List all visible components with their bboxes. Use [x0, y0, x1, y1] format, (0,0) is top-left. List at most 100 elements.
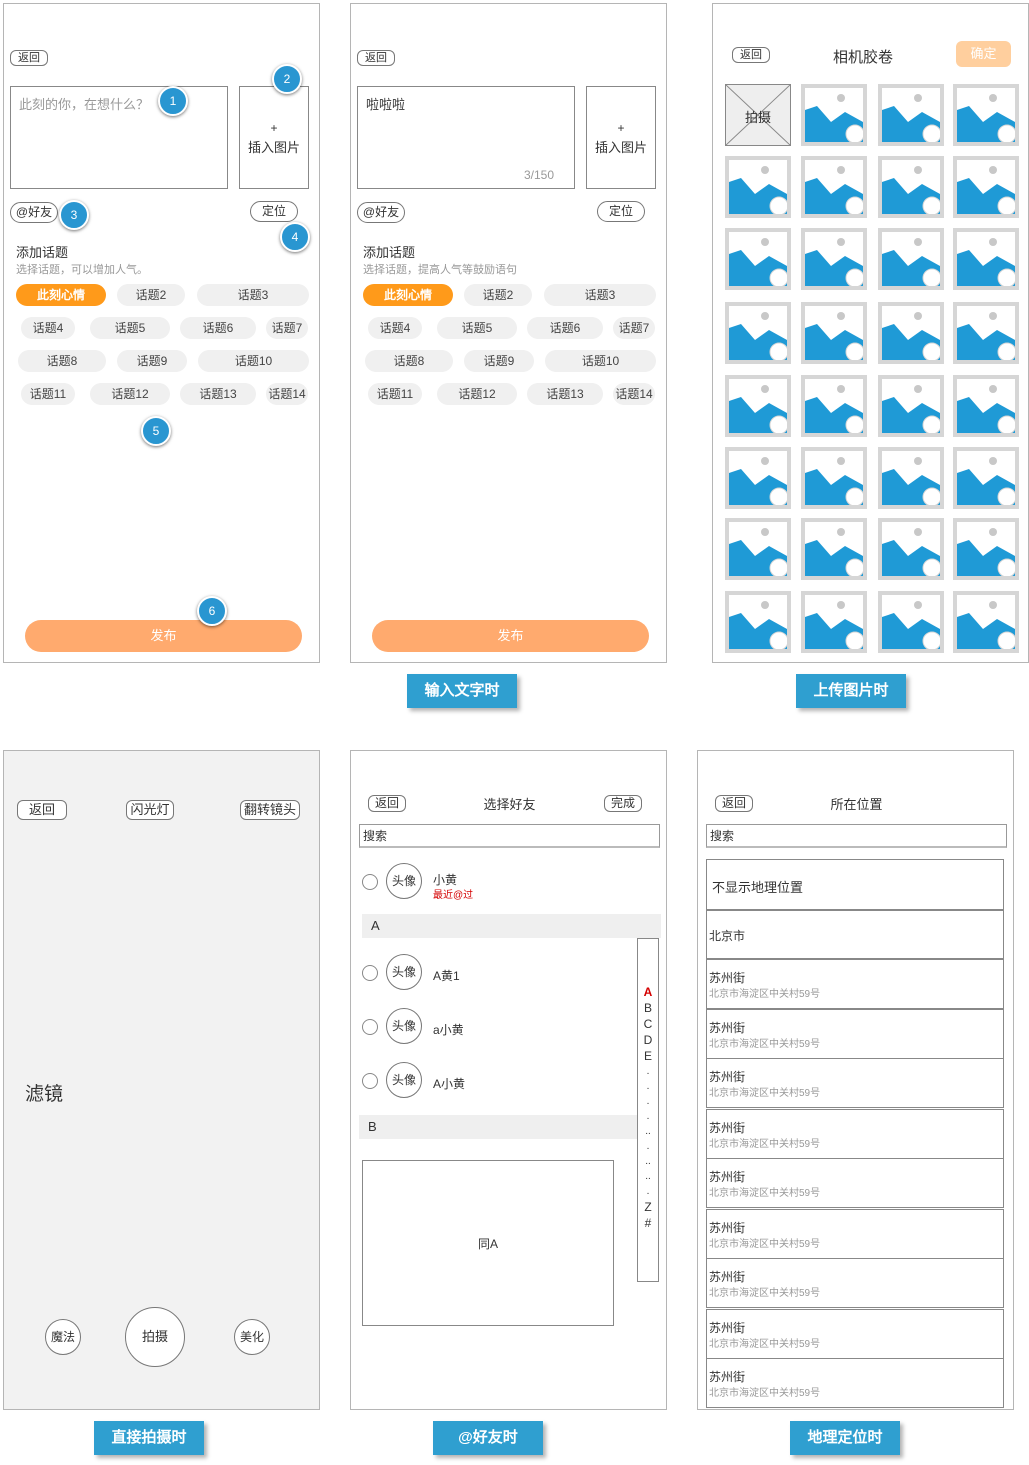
alphabet-index-letter[interactable]: D — [638, 1032, 658, 1048]
post-text-input[interactable]: 啦啦啦 3/150 — [357, 86, 575, 189]
alphabet-index-letter[interactable]: . — [638, 1139, 658, 1154]
alphabet-index-letter[interactable]: B — [638, 1000, 658, 1016]
insert-image-button[interactable]: + 插入图片 — [586, 86, 656, 189]
photo-thumbnail[interactable] — [878, 156, 944, 218]
photo-thumbnail[interactable] — [725, 518, 791, 580]
photo-thumbnail[interactable] — [801, 84, 867, 146]
locate-button[interactable]: 定位 — [250, 201, 298, 222]
topic-tag[interactable]: 话题3 — [544, 284, 656, 306]
alphabet-index[interactable]: A B C D E............ Z # — [637, 938, 659, 1282]
topic-tag[interactable]: 话题11 — [368, 383, 422, 405]
confirm-button[interactable]: 确定 — [956, 41, 1011, 67]
photo-thumbnail[interactable] — [725, 447, 791, 509]
photo-thumbnail[interactable] — [953, 375, 1019, 437]
place-option[interactable]: 苏州街 北京市海淀区中关村59号 — [706, 1209, 1004, 1259]
place-option[interactable]: 苏州街 北京市海淀区中关村59号 — [706, 1358, 1004, 1408]
topic-tag[interactable]: 此刻心情 — [16, 284, 106, 306]
alphabet-index-letter[interactable]: . — [638, 1094, 658, 1109]
alphabet-index-letter[interactable]: Z — [638, 1199, 658, 1215]
alphabet-index-letter[interactable]: .. — [638, 1169, 658, 1184]
photo-thumbnail[interactable] — [725, 228, 791, 290]
topic-tag[interactable]: 话题8 — [365, 350, 453, 372]
place-option[interactable]: 苏州街 北京市海淀区中关村59号 — [706, 1109, 1004, 1159]
topic-tag[interactable]: 话题10 — [198, 350, 309, 372]
photo-thumbnail[interactable] — [953, 84, 1019, 146]
photo-thumbnail[interactable] — [878, 228, 944, 290]
photo-thumbnail[interactable] — [725, 156, 791, 218]
at-friend-button[interactable]: @好友 — [10, 202, 58, 223]
alphabet-index-letter[interactable]: E — [638, 1048, 658, 1064]
photo-thumbnail[interactable] — [801, 375, 867, 437]
at-friend-button[interactable]: @好友 — [357, 202, 405, 223]
photo-thumbnail[interactable] — [878, 518, 944, 580]
topic-tag[interactable]: 话题6 — [527, 317, 603, 339]
city-option[interactable]: 北京市 — [706, 910, 1004, 959]
alphabet-index-letter[interactable]: . — [638, 1079, 658, 1094]
photo-thumbnail[interactable] — [878, 447, 944, 509]
search-input[interactable]: 搜索 — [706, 824, 1007, 848]
topic-tag[interactable]: 话题14 — [266, 383, 308, 405]
beautify-button[interactable]: 美化 — [234, 1319, 270, 1355]
flip-camera-button[interactable]: 翻转镜头 — [240, 800, 300, 820]
topic-tag[interactable]: 话题4 — [368, 317, 422, 339]
alphabet-index-letter[interactable]: . — [638, 1184, 658, 1199]
alphabet-index-letter[interactable]: A — [638, 984, 658, 1000]
topic-tag[interactable]: 话题9 — [464, 350, 534, 372]
photo-thumbnail[interactable] — [801, 302, 867, 364]
place-option[interactable]: 苏州街 北京市海淀区中关村59号 — [706, 1009, 1004, 1059]
back-button[interactable]: 返回 — [17, 800, 67, 820]
topic-tag[interactable]: 话题13 — [180, 383, 256, 405]
friend-radio[interactable] — [362, 1019, 378, 1035]
place-option[interactable]: 苏州街 北京市海淀区中关村59号 — [706, 1058, 1004, 1108]
photo-thumbnail[interactable] — [878, 591, 944, 653]
topic-tag[interactable]: 话题13 — [527, 383, 603, 405]
alphabet-index-letter[interactable]: . — [638, 1109, 658, 1124]
flash-button[interactable]: 闪光灯 — [126, 800, 174, 820]
alphabet-index-letter[interactable]: .. — [638, 1124, 658, 1139]
friend-radio[interactable] — [362, 1073, 378, 1089]
topic-tag[interactable]: 话题14 — [613, 383, 655, 405]
publish-button[interactable]: 发布 — [372, 620, 649, 652]
topic-tag[interactable]: 话题12 — [437, 383, 517, 405]
back-button[interactable]: 返回 — [357, 50, 395, 66]
photo-thumbnail[interactable] — [801, 228, 867, 290]
photo-thumbnail[interactable] — [725, 375, 791, 437]
photo-thumbnail[interactable] — [953, 228, 1019, 290]
photo-thumbnail[interactable] — [953, 447, 1019, 509]
locate-button[interactable]: 定位 — [597, 201, 645, 222]
hide-location-option[interactable]: 不显示地理位置 — [706, 859, 1004, 910]
magic-button[interactable]: 魔法 — [45, 1319, 81, 1355]
topic-tag[interactable]: 话题9 — [117, 350, 187, 372]
topic-tag[interactable]: 话题12 — [90, 383, 170, 405]
place-option[interactable]: 苏州街 北京市海淀区中关村59号 — [706, 959, 1004, 1009]
post-text-input[interactable]: 此刻的你，在想什么？ — [10, 86, 228, 189]
topic-tag[interactable]: 话题3 — [197, 284, 309, 306]
photo-thumbnail[interactable] — [725, 591, 791, 653]
photo-thumbnail[interactable] — [953, 518, 1019, 580]
topic-tag[interactable]: 话题2 — [117, 284, 185, 306]
photo-thumbnail[interactable] — [953, 302, 1019, 364]
alphabet-index-letter[interactable]: C — [638, 1016, 658, 1032]
photo-thumbnail[interactable] — [801, 156, 867, 218]
filter-label[interactable]: 滤镜 — [25, 1079, 63, 1106]
photo-thumbnail[interactable] — [878, 84, 944, 146]
topic-tag[interactable]: 话题8 — [18, 350, 106, 372]
shoot-tile[interactable]: 拍摄 — [725, 84, 791, 146]
insert-image-button[interactable]: + 插入图片 — [239, 86, 309, 189]
topic-tag[interactable]: 话题6 — [180, 317, 256, 339]
photo-thumbnail[interactable] — [801, 518, 867, 580]
photo-thumbnail[interactable] — [953, 591, 1019, 653]
topic-tag[interactable]: 话题7 — [266, 317, 308, 339]
topic-tag[interactable]: 话题7 — [613, 317, 655, 339]
topic-tag[interactable]: 此刻心情 — [363, 284, 453, 306]
topic-tag[interactable]: 话题2 — [464, 284, 532, 306]
friend-radio[interactable] — [362, 874, 378, 890]
shoot-button[interactable]: 拍摄 — [125, 1307, 185, 1367]
place-option[interactable]: 苏州街 北京市海淀区中关村59号 — [706, 1309, 1004, 1359]
place-option[interactable]: 苏州街 北京市海淀区中关村59号 — [706, 1258, 1004, 1308]
photo-thumbnail[interactable] — [801, 447, 867, 509]
topic-tag[interactable]: 话题4 — [21, 317, 75, 339]
done-button[interactable]: 完成 — [604, 795, 642, 812]
friend-radio[interactable] — [362, 965, 378, 981]
topic-tag[interactable]: 话题10 — [545, 350, 656, 372]
